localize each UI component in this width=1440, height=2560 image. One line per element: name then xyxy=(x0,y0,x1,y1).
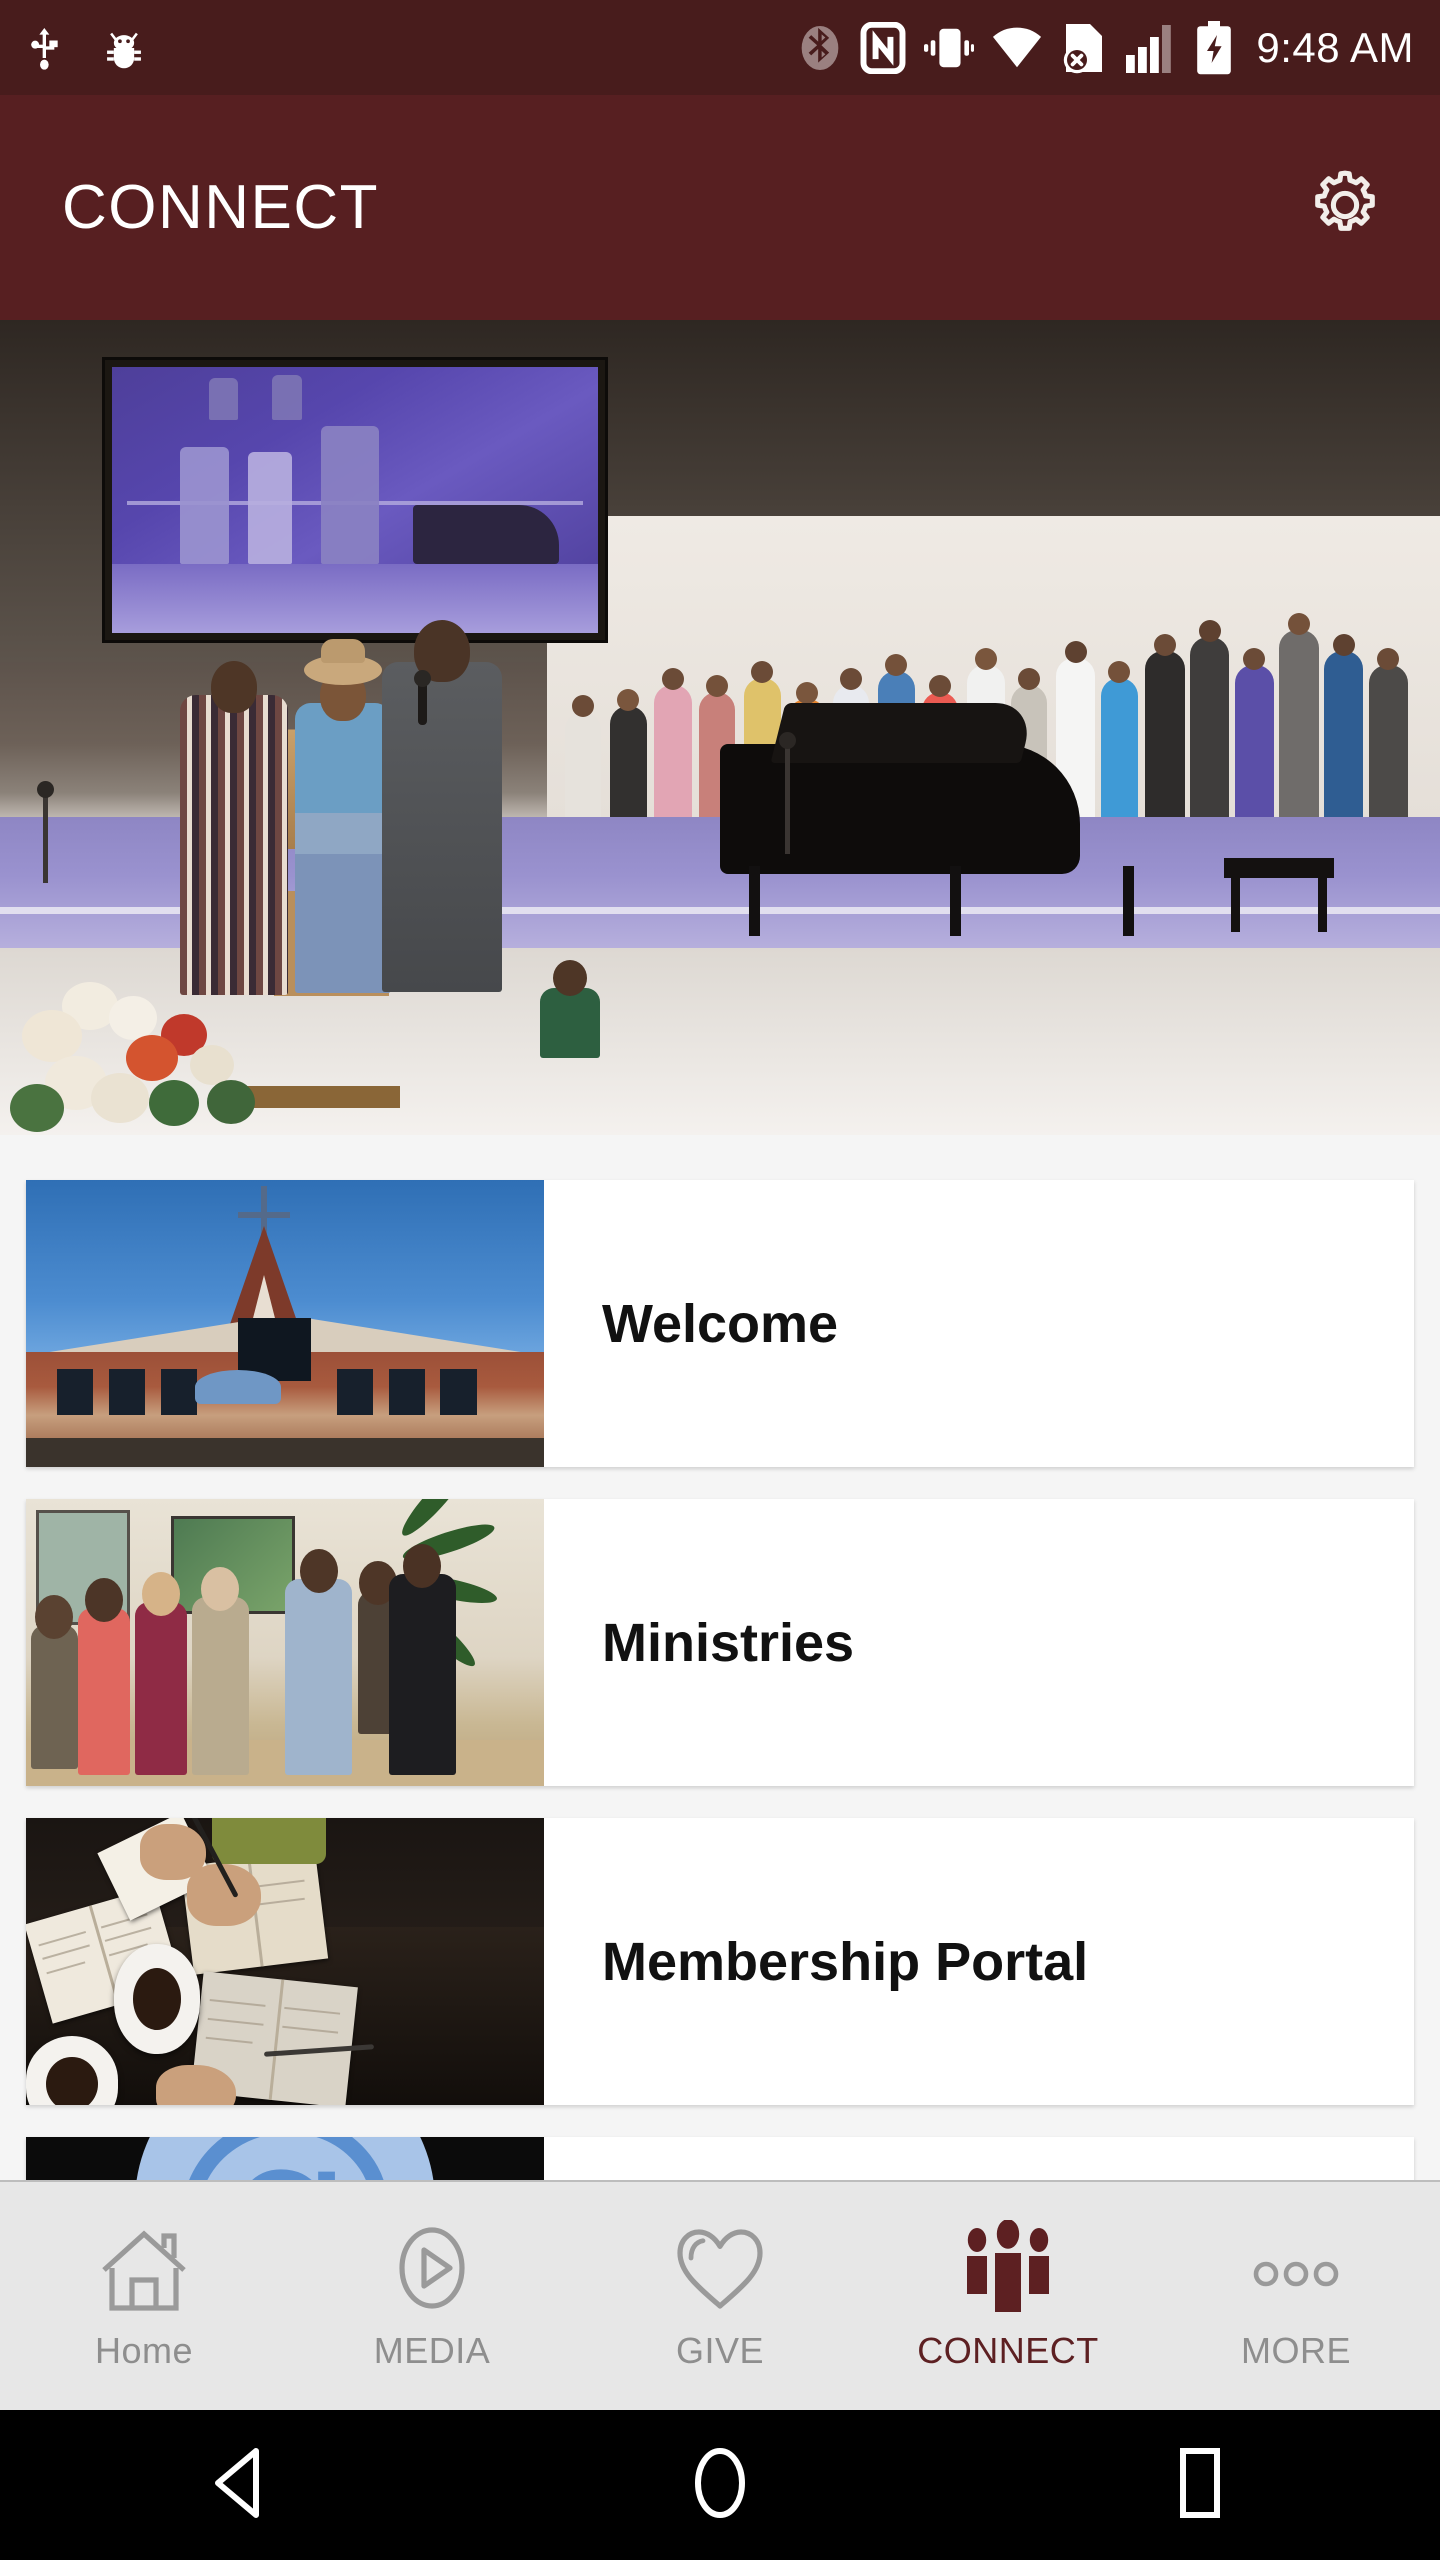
list-item-label xyxy=(544,2137,1414,2180)
home-button[interactable] xyxy=(640,2410,800,2560)
recents-square-icon xyxy=(1165,2445,1235,2526)
flower-arrangement xyxy=(10,968,300,1135)
android-navigation-bar xyxy=(0,2410,1440,2560)
microphone-stand xyxy=(778,731,796,854)
congregation-lobby-photo xyxy=(26,1499,544,1786)
app-bar: CONNECT xyxy=(0,95,1440,320)
app-screen: 9:48 AM CONNECT Welcome Ministries Membe… xyxy=(0,0,1440,2560)
more-dots-icon xyxy=(1248,2220,1344,2312)
connect-menu-list: Welcome Ministries Membership Portal xyxy=(0,1135,1440,2180)
usb-icon xyxy=(26,24,66,72)
projection-screen xyxy=(105,360,605,640)
tab-label: MEDIA xyxy=(373,2330,491,2371)
bench-leg xyxy=(1231,874,1241,933)
heart-icon xyxy=(675,2220,765,2312)
list-item-membership-portal[interactable]: Membership Portal xyxy=(26,1818,1414,2105)
bench-leg xyxy=(1317,874,1327,933)
tab-give[interactable]: GIVE xyxy=(576,2182,864,2410)
list-item-label: Welcome xyxy=(602,1293,839,1354)
pianist xyxy=(540,960,600,1059)
bottom-tab-bar: Home MEDIA GIVE CONNECT MORE xyxy=(0,2180,1440,2410)
speaker-left xyxy=(180,660,288,995)
gear-icon xyxy=(1305,165,1385,250)
play-circle-icon xyxy=(388,2220,476,2312)
piano-leg xyxy=(950,866,962,937)
status-bar-left-icons xyxy=(26,24,146,72)
sim-error-icon xyxy=(1060,22,1108,74)
status-bar: 9:48 AM xyxy=(0,0,1440,95)
speaker-center xyxy=(295,655,392,994)
battery-charging-icon xyxy=(1196,20,1232,75)
speaker-right-preacher xyxy=(381,620,502,993)
home-circle-icon xyxy=(683,2444,757,2527)
wifi-icon xyxy=(992,25,1042,71)
back-triangle-icon xyxy=(204,2445,276,2526)
back-button[interactable] xyxy=(160,2410,320,2560)
tab-label: MORE xyxy=(1241,2330,1351,2371)
status-bar-clock: 9:48 AM xyxy=(1256,23,1414,71)
piano-leg xyxy=(748,866,760,937)
bluetooth-icon xyxy=(798,22,842,74)
email-at-symbol: @ xyxy=(26,2137,544,2180)
page-title: CONNECT xyxy=(62,173,380,242)
signal-icon xyxy=(1126,23,1178,73)
piano-leg xyxy=(1123,866,1135,937)
recents-button[interactable] xyxy=(1120,2410,1280,2560)
list-item-label: Membership Portal xyxy=(602,1931,1089,1992)
grand-piano xyxy=(720,743,1080,874)
bible-study-photo xyxy=(26,1818,544,2105)
list-item-ministries[interactable]: Ministries xyxy=(26,1499,1414,1786)
nfc-icon xyxy=(860,21,906,74)
list-item-partial[interactable]: @ xyxy=(26,2137,1414,2180)
hero-image[interactable] xyxy=(0,320,1440,1135)
people-group-icon xyxy=(959,2220,1057,2312)
at-icon: @ xyxy=(135,2137,435,2180)
list-item-welcome[interactable]: Welcome xyxy=(26,1180,1414,1467)
church-exterior-photo xyxy=(26,1180,544,1467)
home-icon xyxy=(98,2220,190,2312)
tab-connect[interactable]: CONNECT xyxy=(864,2182,1152,2410)
status-bar-right-icons: 9:48 AM xyxy=(798,20,1414,75)
tab-label: CONNECT xyxy=(917,2330,1099,2371)
list-item-label: Ministries xyxy=(602,1612,855,1673)
app-bar-actions xyxy=(1290,153,1400,263)
bug-icon xyxy=(102,24,146,72)
tab-more[interactable]: MORE xyxy=(1152,2182,1440,2410)
tab-label: GIVE xyxy=(675,2330,765,2371)
handheld-microphone xyxy=(413,669,431,725)
microphone-stand xyxy=(37,780,55,883)
tab-media[interactable]: MEDIA xyxy=(288,2182,576,2410)
vibrate-icon xyxy=(924,23,975,73)
tab-home[interactable]: Home xyxy=(0,2182,288,2410)
settings-button[interactable] xyxy=(1290,153,1400,263)
piano-lid xyxy=(770,703,1036,764)
tab-label: Home xyxy=(94,2330,194,2371)
